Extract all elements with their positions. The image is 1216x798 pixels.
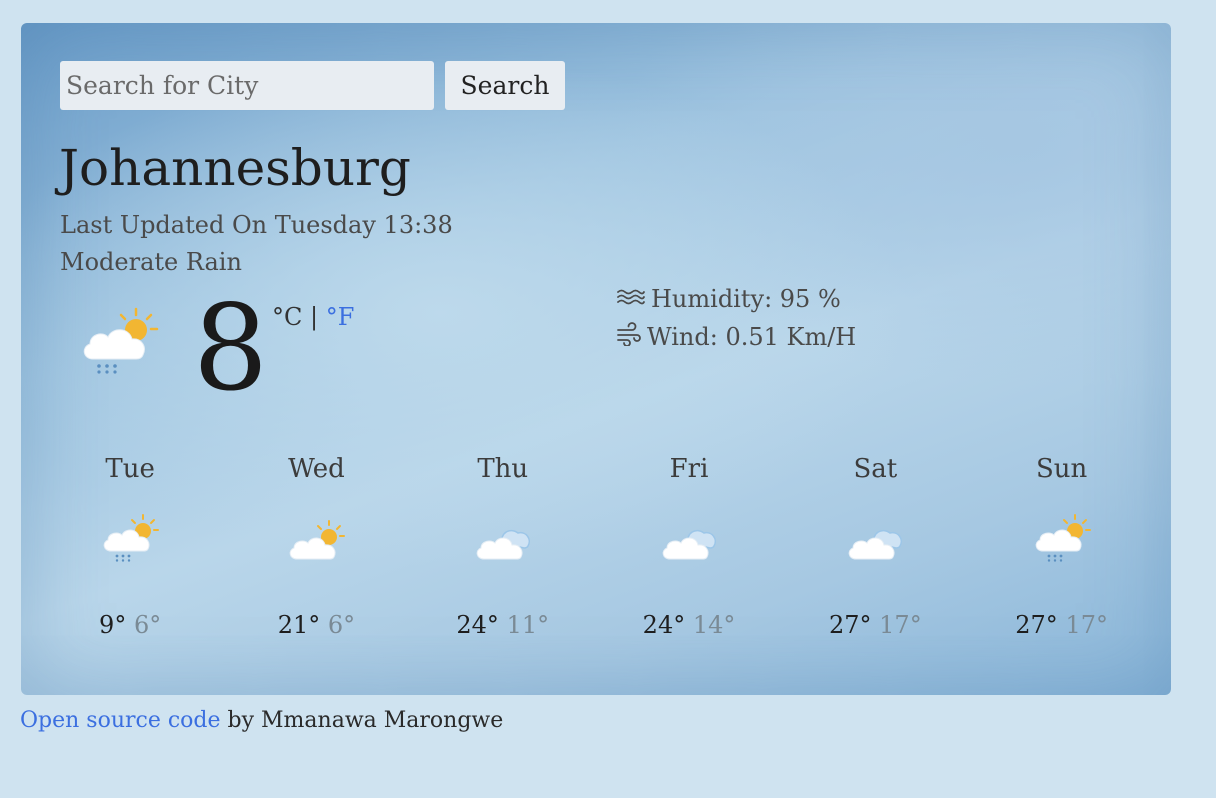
forecast-list: Tue 9° 6° Wed 21° 6° Thu 24° 11° Fri 24° 14° Sat… <box>37 451 1155 639</box>
cloud-icon <box>782 513 968 569</box>
forecast-day: Thu 24° 11° <box>410 451 596 639</box>
sun-cloud-icon <box>223 513 409 569</box>
forecast-max-temp: 27° <box>1015 611 1058 639</box>
search-input[interactable] <box>60 61 434 110</box>
footer-author: by Mmanawa Marongwe <box>220 708 504 733</box>
wind-row: Wind: 0.51 Km/H <box>616 322 856 352</box>
forecast-day: Sat 27° 17° <box>782 451 968 639</box>
forecast-min-temp: 11° <box>506 611 550 639</box>
forecast-day-name: Fri <box>669 454 709 484</box>
humidity-row: Humidity: 95 % <box>616 285 841 313</box>
wind-icon <box>616 322 647 352</box>
cloud-icon <box>410 513 596 569</box>
current-temperature: 8 <box>193 279 269 417</box>
sun-cloud-rain-icon <box>37 513 223 569</box>
open-source-link[interactable]: Open source code <box>20 708 221 733</box>
forecast-temps: 21° 6° <box>223 611 409 639</box>
unit-fahrenheit-link[interactable]: °F <box>326 303 355 331</box>
city-name: Johannesburg <box>59 139 411 197</box>
forecast-temps: 24° 14° <box>596 611 782 639</box>
forecast-min-temp: 6° <box>133 611 162 639</box>
forecast-day-name: Tue <box>105 454 155 484</box>
sun-cloud-rain-icon <box>968 513 1154 569</box>
forecast-max-temp: 27° <box>828 611 872 639</box>
forecast-day: Wed 21° 6° <box>223 451 409 639</box>
forecast-day-name: Sun <box>1035 454 1088 484</box>
weather-condition: Moderate Rain <box>60 248 242 276</box>
humidity-text: Humidity: 95 % <box>651 285 841 313</box>
forecast-day-name: Wed <box>288 454 345 484</box>
forecast-day: Fri 24° 14° <box>596 451 782 639</box>
forecast-day-name: Sat <box>853 454 898 484</box>
forecast-min-temp: 6° <box>327 611 356 639</box>
unit-separator: | <box>310 303 319 331</box>
forecast-min-temp: 17° <box>1065 611 1108 639</box>
forecast-day: Sun 27° 17° <box>968 451 1154 639</box>
humidity-icon <box>616 285 651 313</box>
wind-text: Wind: 0.51 Km/H <box>647 323 857 351</box>
sun-cloud-rain-icon <box>79 305 161 381</box>
unit-toggle: °C | °F <box>272 303 354 331</box>
forecast-min-temp: 17° <box>879 611 922 639</box>
search-button[interactable]: Search <box>445 61 565 110</box>
forecast-day: Tue 9° 6° <box>37 451 223 639</box>
forecast-max-temp: 9° <box>99 611 127 639</box>
forecast-temps: 27° 17° <box>782 611 968 639</box>
footer: Open source code by Mmanawa Marongwe <box>20 708 503 733</box>
forecast-max-temp: 24° <box>456 611 499 639</box>
forecast-day-name: Thu <box>477 454 529 484</box>
cloud-icon <box>596 513 782 569</box>
forecast-temps: 9° 6° <box>37 611 223 639</box>
forecast-temps: 24° 11° <box>410 611 596 639</box>
last-updated: Last Updated On Tuesday 13:38 <box>60 211 453 239</box>
forecast-temps: 27° 17° <box>968 611 1154 639</box>
unit-celsius[interactable]: °C <box>272 303 302 331</box>
forecast-min-temp: 14° <box>692 611 736 639</box>
weather-card: Search Johannesburg Last Updated On Tues… <box>21 23 1171 695</box>
forecast-max-temp: 21° <box>277 611 321 639</box>
forecast-max-temp: 24° <box>642 611 686 639</box>
